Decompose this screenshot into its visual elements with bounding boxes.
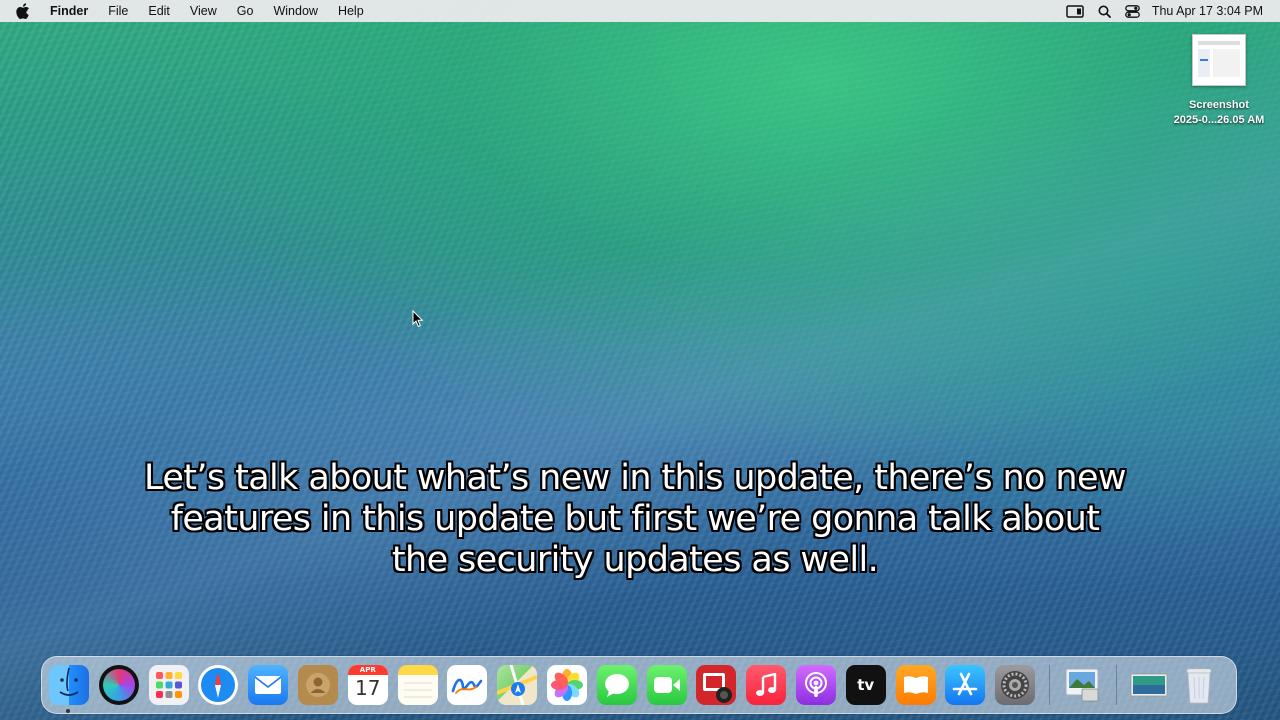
- control-center-icon[interactable]: [1124, 4, 1140, 18]
- desktop-folder-icon[interactable]: [1129, 665, 1169, 705]
- menu-bar: Finder File Edit View Go Window Help Thu…: [0, 0, 1280, 22]
- launchpad-icon[interactable]: [148, 665, 189, 705]
- menu-bar-status-area: Thu Apr 17 3:04 PM: [1052, 4, 1263, 18]
- finder-icon[interactable]: [49, 665, 89, 705]
- trash-icon[interactable]: [1179, 665, 1219, 705]
- screenshot-thumbnail-icon: [1192, 34, 1246, 86]
- menu-help[interactable]: Help: [338, 4, 364, 18]
- desktop-file-label: Screenshot 2025-0...26.05 AM: [1163, 98, 1275, 128]
- messages-icon[interactable]: [596, 665, 637, 705]
- contacts-icon[interactable]: [297, 665, 338, 705]
- dock-separator-2: [1115, 665, 1117, 705]
- safari-icon[interactable]: [198, 665, 239, 705]
- finder-running-indicator: [66, 709, 70, 713]
- mouse-pointer-icon: [412, 309, 424, 333]
- calendar-icon[interactable]: APR 17: [347, 665, 388, 705]
- system-settings-icon[interactable]: [995, 665, 1036, 705]
- dock-separator: [1048, 665, 1050, 705]
- desktop-file-name-line2: 2025-0...26.05 AM: [1173, 114, 1265, 126]
- desktop-file-name-line1: Screenshot: [1189, 99, 1249, 111]
- apple-tv-label: tv: [857, 676, 875, 694]
- video-caption: Let’s talk about what’s new in this upda…: [144, 458, 1127, 580]
- menu-go[interactable]: Go: [237, 4, 254, 18]
- apple-tv-icon[interactable]: tv: [845, 665, 886, 705]
- photos-icon[interactable]: [546, 665, 587, 705]
- menu-window[interactable]: Window: [273, 4, 317, 18]
- screen-mirroring-icon[interactable]: [1066, 4, 1084, 18]
- music-icon[interactable]: [746, 665, 787, 705]
- apple-logo-icon[interactable]: [16, 3, 34, 19]
- dock: APR 17 tv: [41, 656, 1237, 714]
- mail-icon[interactable]: [248, 665, 289, 705]
- spotlight-search-icon[interactable]: [1098, 5, 1111, 18]
- photo-booth-icon[interactable]: [696, 665, 737, 705]
- menu-file[interactable]: File: [108, 4, 128, 18]
- app-store-icon[interactable]: [945, 665, 986, 705]
- menu-view[interactable]: View: [190, 4, 217, 18]
- preview-icon[interactable]: [1062, 665, 1102, 705]
- books-icon[interactable]: [895, 665, 936, 705]
- siri-icon[interactable]: [98, 665, 139, 705]
- freeform-icon[interactable]: [447, 665, 488, 705]
- notes-icon[interactable]: [397, 665, 438, 705]
- menu-app-name[interactable]: Finder: [50, 4, 88, 18]
- podcasts-icon[interactable]: [795, 665, 836, 705]
- calendar-month: APR: [347, 665, 388, 675]
- facetime-icon[interactable]: [646, 665, 687, 705]
- desktop-wallpaper: [0, 0, 1280, 720]
- maps-icon[interactable]: [497, 665, 538, 705]
- menu-edit[interactable]: Edit: [148, 4, 170, 18]
- calendar-day: 17: [355, 676, 381, 700]
- desktop-screenshot-file[interactable]: Screenshot 2025-0...26.05 AM: [1163, 34, 1275, 128]
- menu-bar-clock[interactable]: Thu Apr 17 3:04 PM: [1152, 4, 1263, 18]
